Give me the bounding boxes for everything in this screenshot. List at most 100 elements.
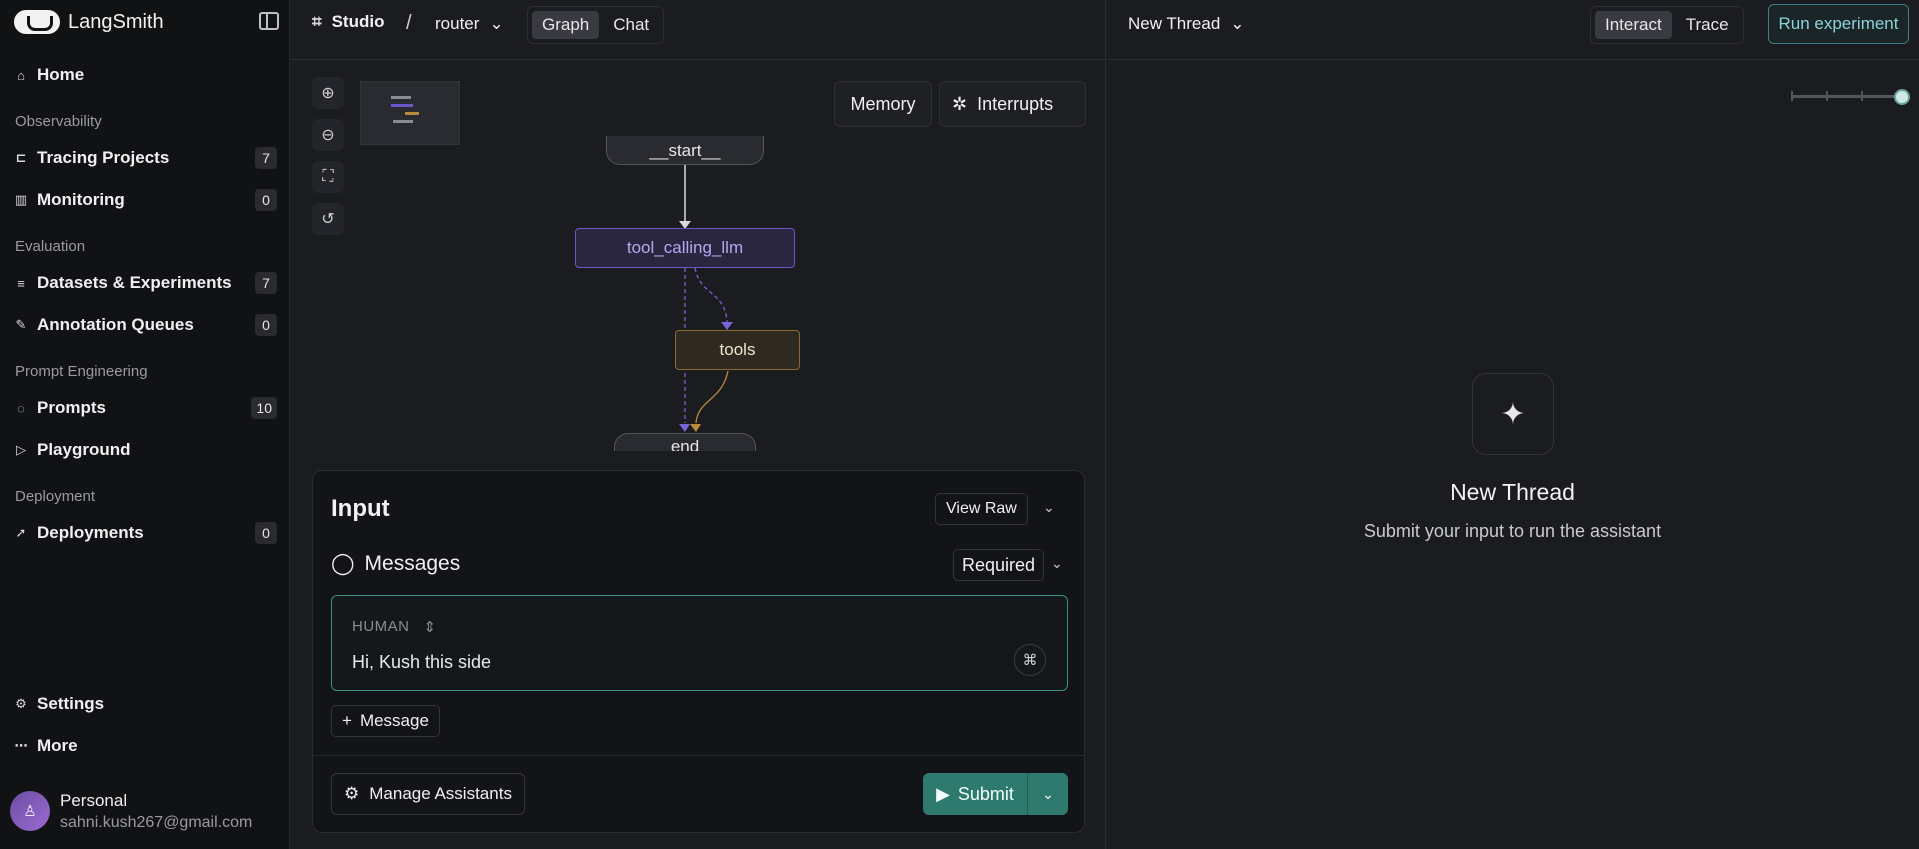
- thread-subtitle: Submit your input to run the assistant: [1363, 521, 1662, 541]
- node-start-label: __start__: [649, 141, 721, 160]
- message-text[interactable]: Hi, Kush this side: [352, 652, 491, 673]
- sidebar-item-label: Deployments: [37, 523, 144, 542]
- tab-graph[interactable]: Graph: [532, 11, 600, 39]
- tab-interact[interactable]: Interact: [1595, 11, 1672, 39]
- sidebar-item-label: Annotation Queues: [37, 315, 194, 334]
- bar-chart-icon: ▥: [14, 192, 28, 207]
- studio-label: Studio: [331, 12, 385, 31]
- chevron-down-icon[interactable]: ⌄: [1043, 499, 1055, 516]
- sidebar-item-playground[interactable]: ▷ Playground: [14, 435, 277, 465]
- graph-canvas[interactable]: ⊕ ⊖ ⛶ ↺ Memory ✲ Interrupts __start__ to…: [290, 61, 1105, 471]
- studio-breadcrumb[interactable]: ⌗ Studio: [312, 12, 384, 32]
- sidebar: LangSmith ⌂ Home Observability ⊏ Tracing…: [0, 0, 290, 849]
- mode-toggle: Interact Trace: [1590, 6, 1744, 44]
- submit-button-group: ▶ Submit ⌄: [923, 773, 1068, 815]
- slider-tick: [1826, 91, 1828, 101]
- account-text: Personal sahni.kush267@gmail.com: [60, 791, 252, 832]
- tab-trace[interactable]: Trace: [1676, 11, 1739, 39]
- sidebar-item-label: Tracing Projects: [37, 148, 170, 167]
- sidebar-item-deployments[interactable]: ➚ Deployments 0: [14, 518, 277, 548]
- paperclip-icon[interactable]: ⌘: [1014, 644, 1046, 676]
- message-editor[interactable]: HUMAN ⇕ Hi, Kush this side ⌘: [331, 595, 1068, 691]
- graph-selector[interactable]: router ⌄: [435, 14, 504, 34]
- sidebar-item-settings[interactable]: ⚙ Settings: [14, 689, 277, 719]
- home-icon: ⌂: [17, 67, 25, 83]
- node-end-label: __end__: [651, 437, 719, 451]
- count-badge: 7: [255, 272, 277, 294]
- section-observability: Observability: [15, 113, 102, 130]
- sidebar-item-datasets[interactable]: ≡ Datasets & Experiments 7: [14, 268, 277, 298]
- divider: [313, 755, 1084, 756]
- messages-header: ◯ Messages: [331, 551, 460, 576]
- sidebar-item-more[interactable]: ⋯ More: [14, 731, 277, 761]
- sidebar-item-prompts[interactable]: ◌ Prompts 10: [14, 393, 277, 423]
- user-icon: ♙: [23, 803, 37, 820]
- required-badge: Required: [953, 549, 1045, 581]
- thread-panel: ✦ New Thread Submit your input to run th…: [1106, 61, 1919, 849]
- sidebar-item-tracing-projects[interactable]: ⊏ Tracing Projects 7: [14, 143, 277, 173]
- slider-track: [1791, 95, 1901, 98]
- sidebar-item-monitoring[interactable]: ▥ Monitoring 0: [14, 185, 277, 215]
- node-end[interactable]: __end__: [614, 433, 756, 451]
- node-start[interactable]: __start__: [606, 136, 764, 165]
- section-prompt-engineering: Prompt Engineering: [15, 363, 148, 380]
- submit-label: Submit: [957, 783, 1014, 804]
- app-root: LangSmith ⌂ Home Observability ⊏ Tracing…: [0, 0, 1919, 849]
- chevron-down-icon[interactable]: ⌄: [1051, 555, 1063, 572]
- add-message-label: Message: [359, 711, 429, 730]
- gear-icon: ⚙: [344, 784, 360, 803]
- play-circle-icon: ▶: [936, 783, 950, 804]
- sidebar-item-label: Settings: [37, 694, 105, 713]
- timeline-slider[interactable]: [1791, 89, 1911, 105]
- account-switcher[interactable]: ♙ Personal sahni.kush267@gmail.com: [10, 786, 280, 836]
- chevron-up-down-icon: ⇕: [423, 619, 437, 636]
- node-tools[interactable]: tools: [675, 330, 800, 370]
- edge-llm-tools: [694, 267, 728, 324]
- play-icon: ▷: [16, 442, 26, 457]
- submit-options-chevron-icon[interactable]: ⌄: [1028, 786, 1068, 803]
- account-email: sahni.kush267@gmail.com: [60, 813, 253, 831]
- arrowhead: [679, 424, 690, 432]
- plus-icon: +: [342, 711, 352, 730]
- sidebar-item-home[interactable]: ⌂ Home: [14, 60, 277, 90]
- edge-tools-end: [695, 370, 729, 424]
- manage-assistants-button[interactable]: ⚙ Manage Assistants: [331, 773, 525, 815]
- breadcrumb-separator: /: [406, 12, 412, 34]
- tracing-icon: ⊏: [15, 150, 27, 165]
- sparkles-icon: ✦: [1472, 373, 1554, 455]
- add-message-button[interactable]: + Message: [331, 705, 440, 737]
- account-name: Personal: [60, 790, 128, 810]
- database-icon: ≡: [17, 275, 25, 291]
- run-experiment-button[interactable]: Run experiment: [1768, 4, 1909, 44]
- submit-button[interactable]: ▶ Submit: [923, 773, 1028, 815]
- rocket-icon: ➚: [15, 525, 27, 540]
- thread-title: New Thread: [1450, 479, 1575, 505]
- view-raw-button[interactable]: View Raw: [935, 493, 1028, 525]
- thread-selector[interactable]: New Thread ⌄: [1128, 14, 1245, 34]
- graph-name: router: [435, 14, 480, 33]
- node-llm-label: tool_calling_llm: [626, 238, 744, 257]
- gear-icon: ⚙: [15, 696, 27, 711]
- sidebar-item-label: Datasets & Experiments: [37, 273, 232, 292]
- slider-thumb[interactable]: [1894, 89, 1910, 105]
- chevron-down-icon: ⌄: [1230, 14, 1245, 33]
- sidebar-collapse-icon[interactable]: [259, 12, 279, 30]
- node-tools-label: tools: [719, 340, 756, 359]
- role-selector[interactable]: HUMAN ⇕: [352, 618, 437, 636]
- pen-icon: ✎: [15, 317, 27, 332]
- tab-chat[interactable]: Chat: [603, 11, 659, 39]
- node-tool-calling-llm[interactable]: tool_calling_llm: [575, 228, 795, 268]
- sidebar-item-annotation-queues[interactable]: ✎ Annotation Queues 0: [14, 310, 277, 340]
- count-badge: 7: [255, 147, 277, 169]
- section-deployment: Deployment: [15, 488, 96, 505]
- manage-assistants-label: Manage Assistants: [369, 784, 512, 803]
- sidebar-item-label: Playground: [37, 440, 131, 459]
- sidebar-item-label: Monitoring: [37, 190, 125, 209]
- slider-tick: [1861, 91, 1863, 101]
- arrowhead: [690, 424, 701, 432]
- more-icon: ⋯: [14, 738, 28, 753]
- brand[interactable]: LangSmith: [14, 8, 164, 36]
- view-toggle: Graph Chat: [527, 6, 665, 44]
- count-badge: 10: [251, 397, 277, 419]
- langsmith-logo-icon: [14, 10, 60, 34]
